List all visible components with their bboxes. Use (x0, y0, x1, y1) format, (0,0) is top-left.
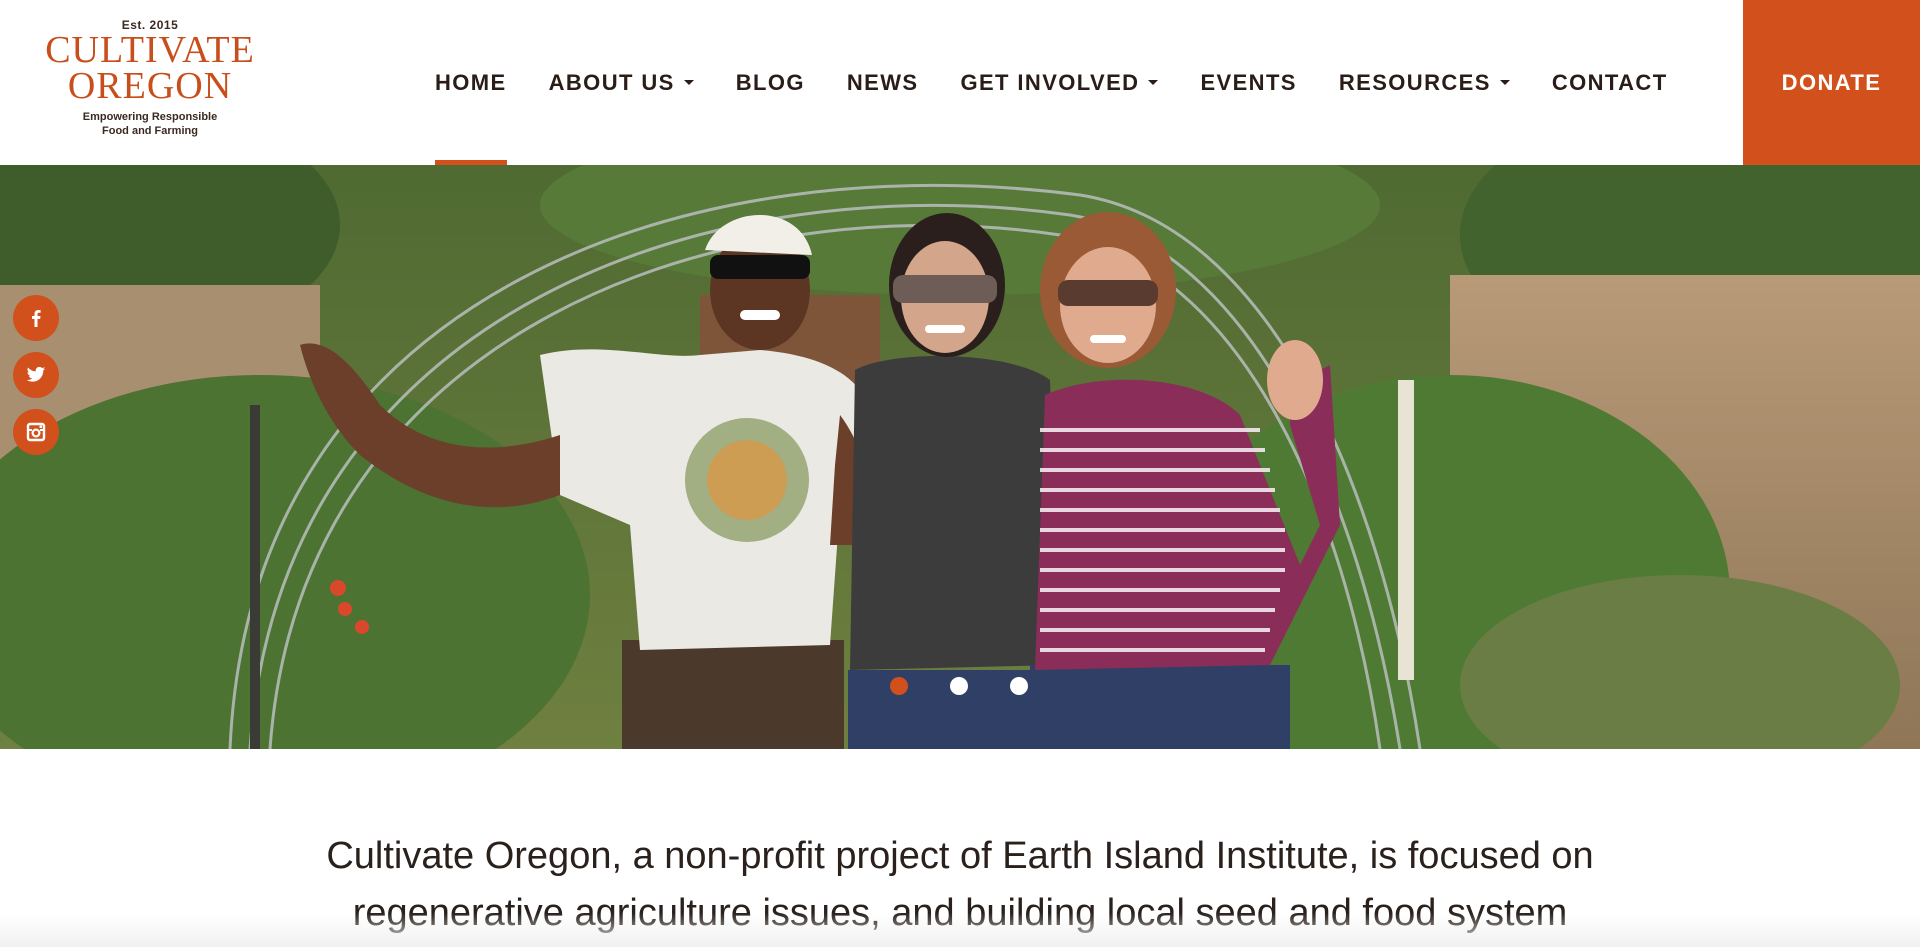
slider-pagination (890, 677, 1028, 695)
scroll-fade (0, 913, 1920, 947)
donate-button[interactable]: DONATE (1743, 0, 1920, 165)
nav-item-blog[interactable]: BLOG (715, 0, 826, 165)
site-logo[interactable]: Est. 2015 CULTIVATE OREGON Empowering Re… (40, 18, 260, 148)
nav-item-label: HOME (435, 69, 507, 95)
main-nav: HOME ABOUT US BLOG NEWS GET INVOLVED EVE… (414, 0, 1689, 165)
twitter-link[interactable] (13, 352, 59, 398)
hero-slider (0, 165, 1920, 749)
slider-dot-1[interactable] (890, 677, 908, 695)
slider-dot-3[interactable] (1010, 677, 1028, 695)
facebook-icon (32, 310, 41, 327)
nav-item-home[interactable]: HOME (414, 0, 528, 165)
intro-section: Cultivate Oregon, a non-profit project o… (0, 749, 1920, 947)
caret-down-icon (1499, 80, 1510, 85)
logo-tagline-line1: Empowering Responsible (82, 111, 218, 123)
facebook-link[interactable] (13, 295, 59, 341)
site-header: Est. 2015 CULTIVATE OREGON Empowering Re… (0, 0, 1920, 165)
caret-down-icon (1148, 80, 1159, 85)
nav-item-events[interactable]: EVENTS (1179, 0, 1317, 165)
nav-item-label: GET INVOLVED (960, 69, 1140, 95)
nav-item-news[interactable]: NEWS (826, 0, 940, 165)
logo-name-line2: OREGON (67, 65, 233, 107)
nav-item-label: NEWS (846, 69, 919, 95)
nav-item-resources[interactable]: RESOURCES (1318, 0, 1531, 165)
nav-item-label: EVENTS (1200, 69, 1297, 95)
nav-item-get-involved[interactable]: GET INVOLVED (939, 0, 1179, 165)
nav-item-about-us[interactable]: ABOUT US (528, 0, 715, 165)
hero-photo (0, 165, 1920, 749)
logo-name-line1: CULTIVATE (45, 29, 255, 71)
nav-item-contact[interactable]: CONTACT (1531, 0, 1689, 165)
instagram-icon (26, 422, 46, 442)
nav-item-label: ABOUT US (548, 69, 675, 95)
slider-dot-2[interactable] (950, 677, 968, 695)
instagram-link[interactable] (13, 409, 59, 455)
nav-item-label: CONTACT (1551, 69, 1668, 95)
twitter-icon (26, 366, 46, 382)
nav-item-label: RESOURCES (1338, 69, 1491, 95)
caret-down-icon (683, 80, 694, 85)
logo-tagline-line2: Food and Farming (102, 125, 198, 137)
nav-item-label: BLOG (735, 69, 805, 95)
